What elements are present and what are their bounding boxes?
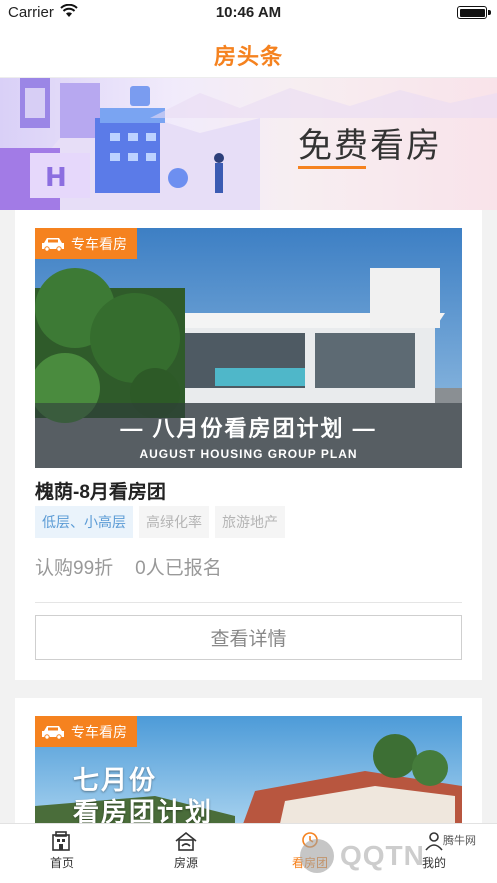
tag-item: 高绿化率 xyxy=(139,506,209,538)
tour-badge: 专车看房 xyxy=(35,716,137,747)
tab-label: 房源 xyxy=(173,856,198,870)
tour-badge: 专车看房 xyxy=(35,228,137,259)
tab-home[interactable]: 首页 xyxy=(32,830,92,871)
view-details-button[interactable]: 查看详情 xyxy=(35,615,462,660)
promo-banner[interactable]: H 免费看房 xyxy=(0,78,497,210)
tour-card[interactable]: 专车看房 七月份 看房团计划 xyxy=(15,698,482,846)
banner-title: 免费看房 xyxy=(298,126,442,166)
tab-label: 首页 xyxy=(49,856,74,870)
tab-listings[interactable]: 房源 xyxy=(156,830,216,871)
tag-item: 低层、小高层 xyxy=(35,506,133,538)
tour-image[interactable]: 专车看房 — 八月份看房团计划 — AUGUST HOUSING GROUP P… xyxy=(35,228,462,468)
watermark: QQTN 腾牛网 xyxy=(300,832,490,880)
plan-caption: — 八月份看房团计划 — AUGUST HOUSING GROUP PLAN xyxy=(35,403,462,468)
tag-item: 旅游地产 xyxy=(215,506,285,538)
watermark-text: QQTN xyxy=(340,840,425,871)
plan-caption-en: AUGUST HOUSING GROUP PLAN xyxy=(139,447,358,461)
nav-bar: 房头条 xyxy=(0,26,497,78)
car-icon xyxy=(42,237,64,252)
banner-underline xyxy=(298,166,366,169)
discount-text: 认购99折 xyxy=(35,558,114,579)
watermark-small-text: 腾牛网 xyxy=(443,835,476,847)
status-bar: Carrier 10:46 AM xyxy=(0,0,497,26)
home-icon xyxy=(52,831,70,851)
signup-count: 0人已报名 xyxy=(135,558,222,579)
badge-label: 专车看房 xyxy=(71,235,127,252)
battery-icon xyxy=(457,6,491,19)
divider xyxy=(35,602,462,603)
clock: 10:46 AM xyxy=(215,4,282,21)
mountains xyxy=(150,88,497,118)
watermark-logo-icon xyxy=(300,839,334,873)
house-source-icon xyxy=(175,831,197,851)
plan-caption-line1: 七月份 xyxy=(73,765,158,795)
svg-text:H: H xyxy=(45,163,67,193)
tour-title: 槐荫-8月看房团 xyxy=(35,482,166,503)
tour-meta: 认购99折 0人已报名 xyxy=(35,553,222,580)
plan-caption-cn: — 八月份看房团计划 — xyxy=(120,416,377,441)
tag-list: 低层、小高层 高绿化率 旅游地产 xyxy=(35,506,285,538)
tour-card[interactable]: 专车看房 — 八月份看房团计划 — AUGUST HOUSING GROUP P… xyxy=(15,210,482,680)
car-icon xyxy=(42,725,64,740)
badge-label: 专车看房 xyxy=(71,723,127,740)
app-title: 房头条 xyxy=(213,44,283,69)
plan-caption: 七月份 看房团计划 xyxy=(73,764,213,828)
